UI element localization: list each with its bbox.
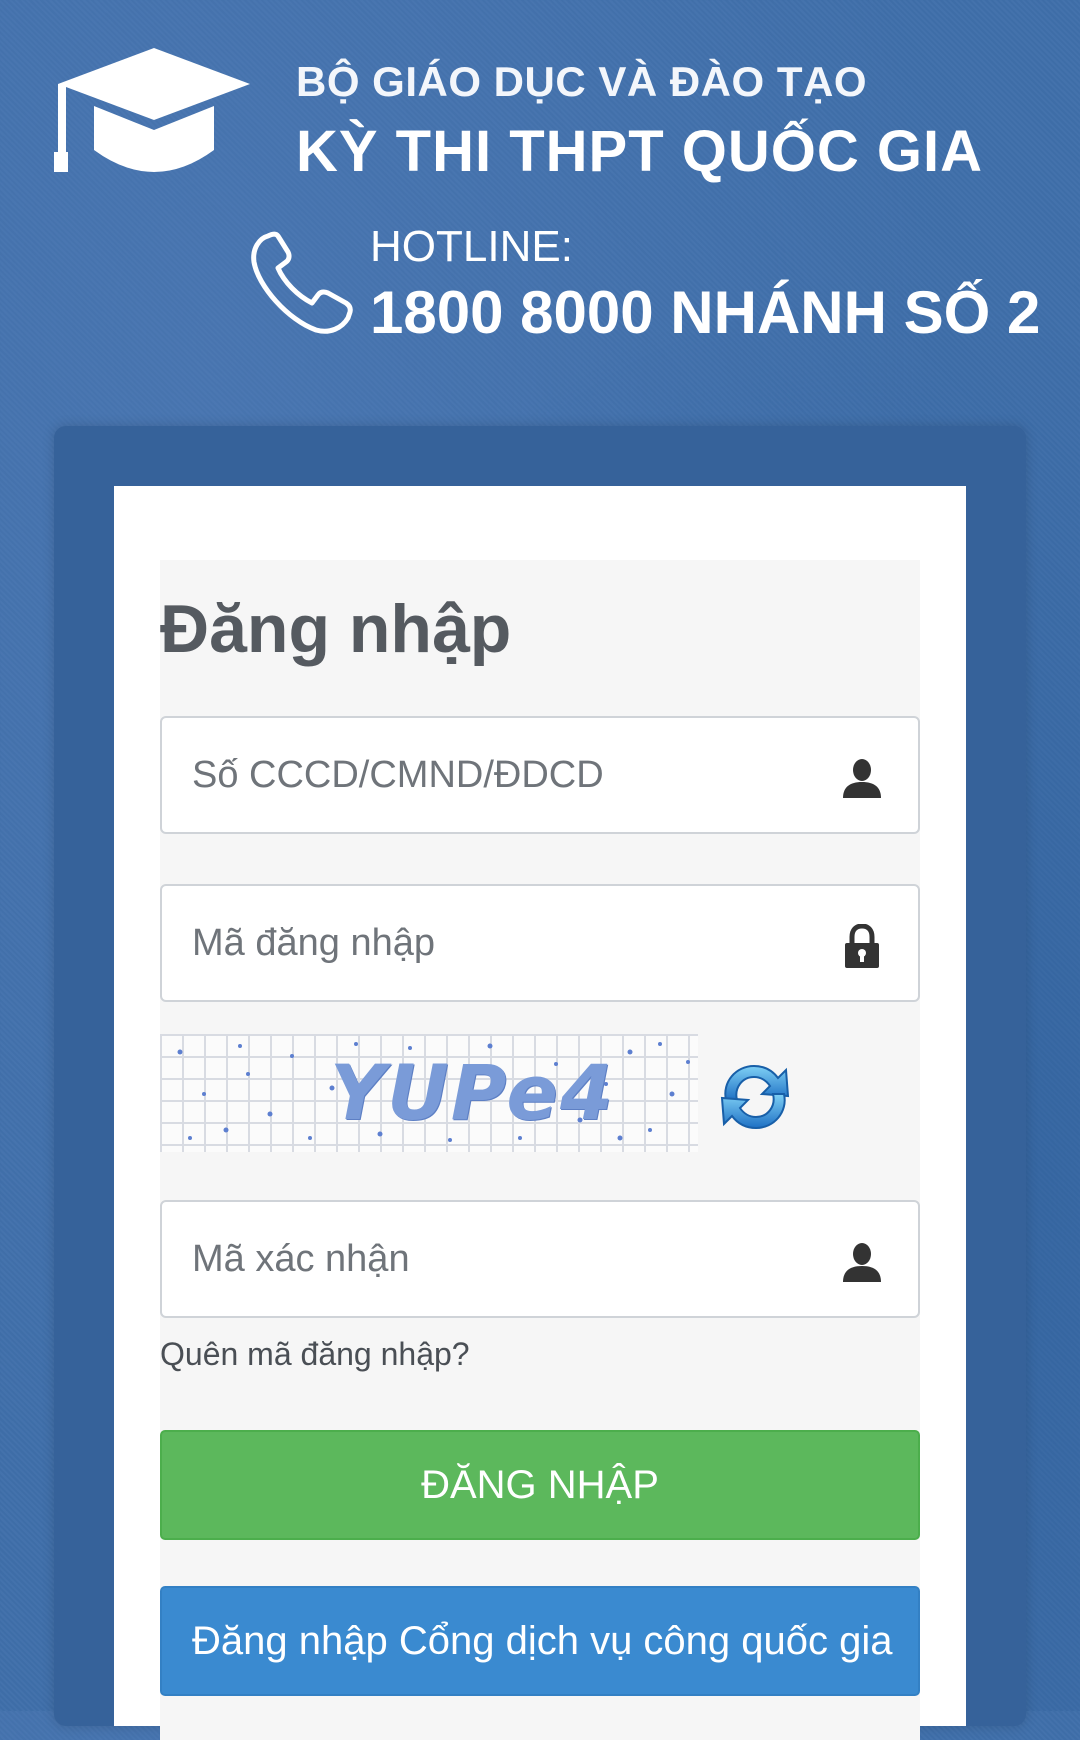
lock-icon <box>840 923 884 968</box>
hotline-number[interactable]: 1800 8000 NHÁNH SỐ 2 <box>370 278 1040 347</box>
captcha-field[interactable] <box>160 1200 920 1318</box>
exam-name: KỲ THI THPT QUỐC GIA <box>296 119 983 184</box>
national-portal-login-button[interactable]: Đăng nhập Cổng dịch vụ công quốc gia <box>160 1586 920 1696</box>
organization-name: BỘ GIÁO DỤC VÀ ĐÀO TẠO <box>296 58 868 105</box>
login-code-input[interactable] <box>192 886 812 1000</box>
forgot-login-code-link[interactable]: Quên mã đăng nhập? <box>160 1336 470 1373</box>
hotline-label: HOTLINE: <box>370 222 573 271</box>
login-button[interactable]: ĐĂNG NHẬP <box>160 1430 920 1540</box>
graduation-cap-icon <box>54 44 254 189</box>
id-number-field[interactable] <box>160 716 920 834</box>
captcha-refresh-button[interactable] <box>712 1054 798 1140</box>
captcha-input[interactable] <box>192 1202 812 1316</box>
refresh-icon <box>712 1064 798 1144</box>
captcha-text: YUPe4 <box>330 1048 615 1137</box>
phone-icon <box>246 228 356 338</box>
login-title: Đăng nhập <box>160 591 512 667</box>
id-number-input[interactable] <box>192 718 812 832</box>
user-icon <box>840 756 884 800</box>
login-code-field[interactable] <box>160 884 920 1002</box>
captcha-image: YUPe4 <box>160 1034 698 1152</box>
user-icon <box>840 1240 884 1284</box>
